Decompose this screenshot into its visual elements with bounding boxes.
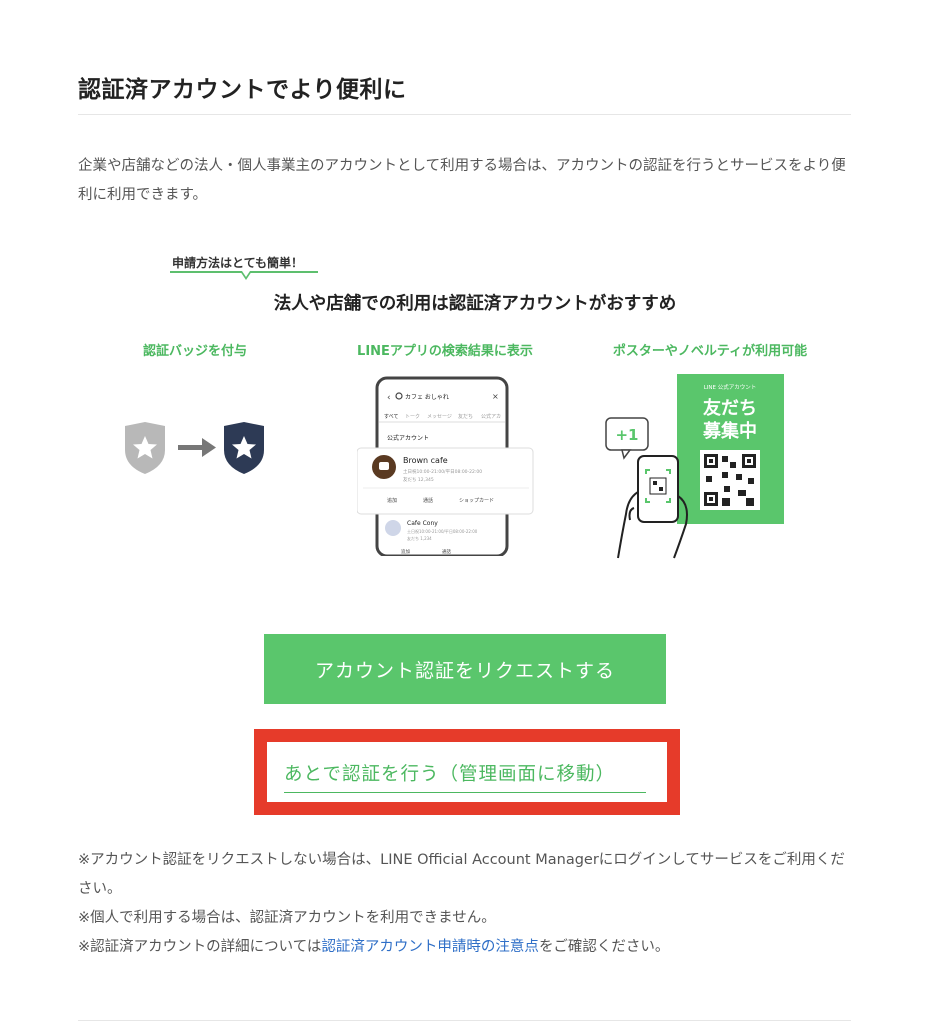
phone-tab-talk: トーク [405, 414, 420, 420]
intro-text: 企業や店舗などの法人・個人事業主のアカウントとして利用する場合は、アカウントの認… [78, 158, 846, 203]
poster-header: LINE 公式アカウント [704, 383, 757, 391]
plus-one-bubble-icon: +1 [605, 417, 649, 460]
verified-account-notes-link[interactable]: 認証済アカウント申請時の注意点 [321, 939, 539, 955]
phone-tab-message: メッセージ [427, 414, 452, 420]
result-2-friends: 友だち 1,234 [407, 535, 432, 541]
poster-line-2: 募集中 [702, 420, 757, 442]
result-1-name: Brown cafe [403, 456, 448, 465]
bottom-divider [78, 1020, 851, 1021]
banner-tagline: 申請方法はとても簡単！ [172, 256, 304, 270]
unverified-shield-icon [125, 422, 165, 474]
note-2: ※個人で利用する場合は、認証済アカウントを利用できません。 [78, 910, 496, 926]
result-2-name: Cafe Cony [407, 520, 438, 527]
poster-line-1: 友だち [703, 397, 757, 419]
svg-text:‹: ‹ [387, 393, 391, 403]
request-verification-button[interactable]: アカウント認証をリクエストする [264, 634, 666, 704]
result-2-hours: 土日祝10:00-21:00/平日08:00-22:00 [407, 528, 478, 534]
phone-tab-all: すべて [384, 414, 398, 420]
feature-badge-label: 認証バッジを付与 [142, 344, 247, 359]
promo-banner: 申請方法はとても簡単！ 法人や店舗での利用は認証済アカウントがおすすめ 認証バッ… [100, 240, 850, 570]
result-2-add: 追加 [401, 548, 410, 555]
note-3-prefix: ※認証済アカウントの詳細については [78, 939, 322, 955]
result-1-friends: 友だち 12,345 [403, 476, 434, 483]
verify-later-link[interactable]: あとで認証を行う（管理画面に移動） [284, 760, 646, 793]
qr-code-icon [700, 450, 760, 510]
phone-section-label: 公式アカウント [387, 434, 429, 442]
poster-qr-illustration: LINE 公式アカウント 友だち 募集中 +1 [605, 374, 784, 559]
result-1-shop: ショップカード [459, 498, 494, 504]
svg-text:×: × [492, 392, 499, 401]
result-2-call: 通話 [442, 548, 451, 555]
page-title: 認証済アカウントでより便利に [78, 77, 407, 103]
banner-headline: 法人や店舗での利用は認証済アカウントがおすすめ [273, 294, 677, 314]
phone-tab-official: 公式アカ [481, 413, 501, 420]
feature-search-label: LINEアプリの検索結果に表示 [357, 344, 533, 359]
tagline-pointer-inner [242, 271, 250, 277]
note-3-suffix: をご確認ください。 [538, 939, 670, 955]
bubble-text: +1 [615, 426, 638, 444]
verified-badge-illustration [125, 422, 264, 474]
search-results-illustration: ‹ カフェ おしゃれ × すべて トーク メッセージ 友だち 公式アカ 公式アカ… [357, 376, 534, 556]
hand-phone-icon [617, 455, 688, 559]
title-divider [78, 114, 851, 115]
phone-tab-friends: 友だち [458, 413, 473, 420]
notes-section: ※アカウント認証をリクエストしない場合は、LINE Official Accou… [78, 846, 848, 962]
verified-shield-icon [224, 422, 264, 474]
arrow-right-icon [178, 438, 216, 457]
note-1: ※アカウント認証をリクエストしない場合は、LINE Official Accou… [78, 852, 845, 897]
feature-poster-label: ポスターやノベルティが利用可能 [612, 344, 808, 359]
note-3: ※認証済アカウントの詳細については認証済アカウント申請時の注意点をご確認ください… [78, 933, 848, 962]
result-1-call: 通話 [423, 497, 433, 504]
result-1-add: 追加 [387, 497, 397, 504]
phone-search-query: カフェ おしゃれ [405, 394, 449, 401]
result-1-hours: 土日祝10:00-21:00/平日08:00-22:00 [403, 468, 482, 475]
cafe-cony-avatar [385, 520, 401, 536]
